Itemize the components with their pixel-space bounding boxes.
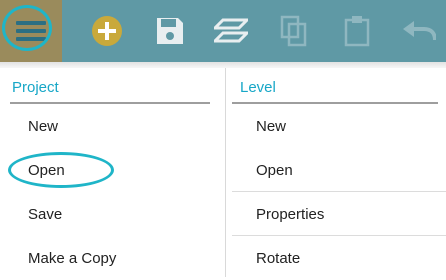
- project-save-item[interactable]: Save: [0, 192, 222, 236]
- save-button[interactable]: [139, 0, 201, 62]
- layers-icon: [214, 18, 248, 43]
- project-header-label: Project: [12, 79, 59, 96]
- add-icon: [92, 16, 122, 46]
- menu-item-label: Properties: [256, 205, 325, 223]
- toolbar: [0, 0, 446, 62]
- layers-button[interactable]: [200, 0, 262, 62]
- copy-icon: [280, 15, 307, 47]
- column-divider: [225, 68, 226, 277]
- project-make-copy-item[interactable]: Make a Copy: [0, 236, 222, 280]
- project-new-item[interactable]: New: [0, 104, 222, 148]
- menu-item-label: Save: [28, 205, 63, 223]
- add-button[interactable]: [76, 0, 138, 62]
- level-rotate-item[interactable]: Rotate: [228, 236, 446, 280]
- highlight-ring: [2, 5, 52, 51]
- level-new-item[interactable]: New: [228, 104, 446, 148]
- menu-item-label: Open: [256, 161, 293, 179]
- project-open-item[interactable]: Open: [0, 148, 222, 192]
- menu-item-label: New: [256, 117, 287, 135]
- menu-item-label: Rotate: [256, 249, 301, 267]
- menu-item-label: Make a Copy: [28, 249, 117, 267]
- level-section-header: Level: [228, 68, 446, 104]
- paste-button[interactable]: [326, 0, 388, 62]
- project-section-header: Project: [0, 68, 222, 104]
- level-properties-item[interactable]: Properties: [228, 192, 446, 236]
- level-menu-column: Level New Open Properties Rotate: [228, 68, 446, 280]
- project-menu-column: Project New Open Save Make a Copy: [0, 68, 222, 280]
- undo-icon: [403, 21, 436, 41]
- highlight-ring: [8, 152, 114, 188]
- level-open-item[interactable]: Open: [228, 148, 446, 192]
- level-header-label: Level: [240, 79, 276, 96]
- save-icon: [157, 18, 183, 44]
- copy-button[interactable]: [263, 0, 325, 62]
- menu-item-label: New: [28, 117, 59, 135]
- main-menu-button[interactable]: [0, 0, 62, 62]
- paste-icon: [344, 16, 370, 47]
- undo-button[interactable]: [388, 0, 446, 62]
